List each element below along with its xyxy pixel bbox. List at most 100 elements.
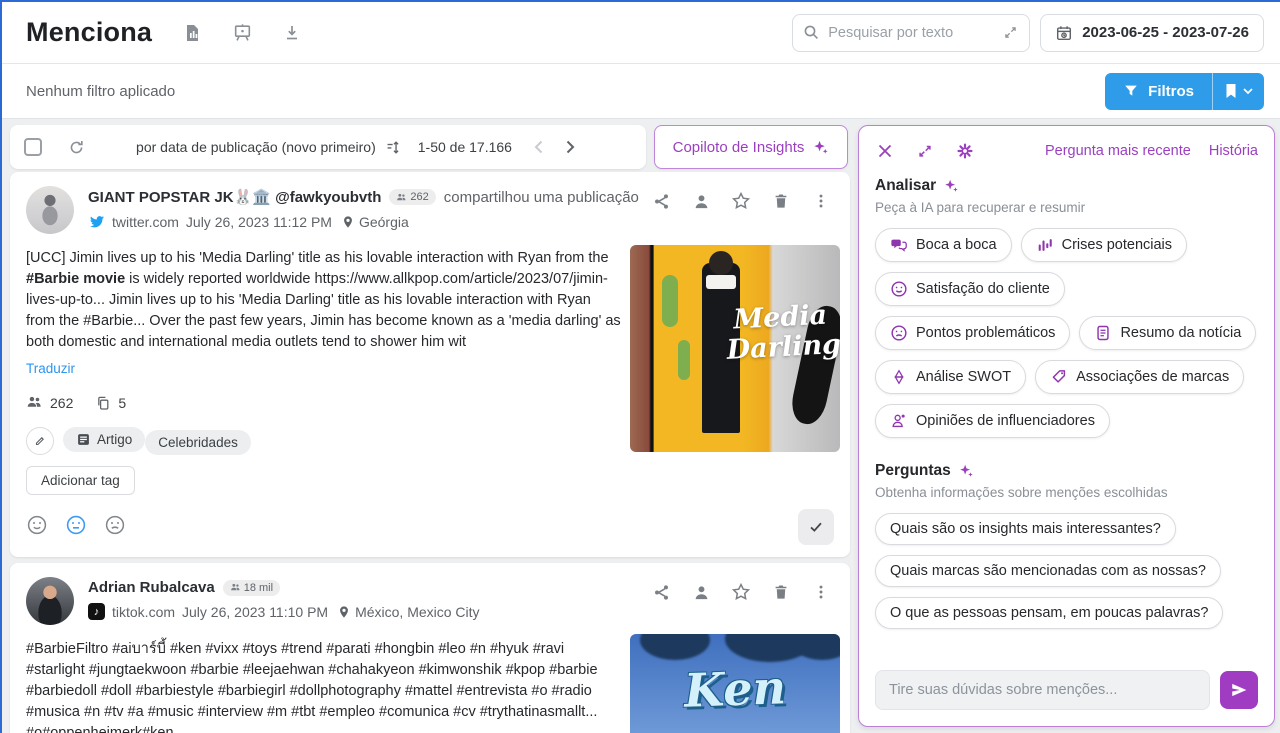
question-chip[interactable]: Quais são os insights mais interessantes… [875, 513, 1176, 545]
sentiment-neutral-icon-selected[interactable] [65, 514, 87, 536]
sentiment-positive-icon[interactable] [26, 514, 48, 536]
gear-icon[interactable] [955, 141, 975, 161]
mention-text: [UCC] Jimin lives up to his 'Media Darli… [26, 248, 622, 353]
mention-location: Geórgia [359, 214, 409, 230]
people-icon [26, 394, 43, 411]
analyze-chips: Boca a boca Crises potenciais Satisfação d… [875, 228, 1258, 438]
share-note: compartilhou uma publicação [444, 189, 639, 206]
sort-direction-icon[interactable] [384, 137, 404, 157]
question-chip[interactable]: O que as pessoas pensam, em poucas palav… [875, 597, 1223, 629]
copilot-panel: Pergunta mais recente História Analisar … [858, 125, 1275, 727]
check-icon [807, 518, 825, 536]
search-box [792, 14, 1030, 52]
tag-chips-container: ArtigoCelebridades [63, 427, 251, 455]
questions-title: Perguntas [875, 462, 951, 480]
analyze-chip[interactable]: Satisfação do cliente [875, 272, 1065, 306]
copilot-question-input[interactable] [875, 670, 1210, 710]
source-link[interactable]: tiktok.com [112, 604, 175, 620]
mention-text: #BarbieFiltro #aiบาร์บี้ #ken #vixx #toy… [26, 639, 626, 733]
author-profile-icon[interactable] [690, 581, 712, 603]
filters-button[interactable]: Filtros [1105, 73, 1212, 110]
next-page-icon[interactable] [558, 134, 584, 160]
trash-icon[interactable] [770, 190, 792, 212]
followers-badge: 262 [389, 189, 435, 205]
people-icon [230, 582, 241, 593]
tag-chip[interactable]: Artigo [63, 427, 145, 452]
followers-badge: 18 mil [223, 580, 280, 596]
date-range-value: 2023-06-25 - 2023-07-26 [1082, 24, 1249, 41]
filter-bar: Nenhum filtro aplicado Filtros [2, 64, 1280, 119]
share-icon[interactable] [650, 190, 672, 212]
download-icon[interactable] [280, 21, 304, 45]
filter-status: Nenhum filtro aplicado [26, 83, 175, 100]
star-icon[interactable] [730, 190, 752, 212]
presentation-icon[interactable] [230, 21, 254, 45]
author-profile-icon[interactable] [690, 190, 712, 212]
analyze-subtitle: Peça à IA para recuperar e resumir [875, 200, 1258, 215]
analyze-title: Analisar [875, 177, 936, 195]
avatar[interactable] [26, 577, 74, 625]
location-pin-icon [341, 214, 355, 230]
analyze-chip[interactable]: Boca a boca [875, 228, 1012, 262]
history-link[interactable]: História [1209, 143, 1258, 159]
select-all-checkbox[interactable] [24, 138, 42, 156]
analyze-chip[interactable]: Opiniões de influenciadores [875, 404, 1110, 438]
image-caption: Ken [630, 658, 840, 719]
list-toolbar: por data de publicação (novo primeiro) 1… [10, 125, 646, 169]
refresh-icon[interactable] [64, 135, 88, 159]
sparkle-icon [812, 139, 829, 156]
author-name[interactable]: Adrian Rubalcava [88, 579, 215, 596]
pagination-label: 1-50 de 17.166 [418, 139, 512, 155]
prev-page-icon[interactable] [526, 134, 552, 160]
main-area: por data de publicação (novo primeiro) 1… [2, 119, 1280, 733]
copilot-insights-label: Copiloto de Insights [673, 139, 805, 156]
avatar[interactable] [26, 186, 74, 234]
sort-selector[interactable]: por data de publicação (novo primeiro) [136, 139, 376, 155]
translate-link[interactable]: Traduzir [26, 361, 75, 376]
analyze-chip[interactable]: Pontos problemáticos [875, 316, 1070, 350]
location-pin-icon [337, 604, 351, 620]
trash-icon[interactable] [770, 581, 792, 603]
reach-stat: 262 [26, 394, 73, 411]
twitter-icon [88, 213, 105, 230]
mention-image[interactable]: Ken [630, 634, 840, 733]
latest-question-link[interactable]: Pergunta mais recente [1045, 143, 1191, 159]
kebab-menu-icon[interactable] [810, 581, 832, 603]
question-chip[interactable]: Quais marcas são mencionadas com as noss… [875, 555, 1221, 587]
copy-icon [95, 395, 111, 411]
tag-chip[interactable]: Celebridades [145, 430, 251, 455]
add-tag-button[interactable]: Adicionar tag [26, 466, 135, 495]
tiktok-icon: ♪ [88, 603, 105, 620]
analyze-chip[interactable]: Resumo da notícia [1079, 316, 1256, 350]
copilot-insights-button[interactable]: Copiloto de Insights [654, 125, 848, 169]
source-link[interactable]: twitter.com [112, 214, 179, 230]
expand-panel-icon[interactable] [915, 141, 935, 161]
image-caption: Media Darling [725, 300, 838, 366]
calendar-icon [1055, 24, 1073, 42]
sentiment-negative-icon[interactable] [104, 514, 126, 536]
bookmark-icon [1224, 83, 1238, 99]
author-name[interactable]: GIANT POPSTAR JK🐰🏛️ @fawkyoubvth [88, 188, 381, 206]
mention-date: July 26, 2023 11:12 PM [186, 214, 332, 230]
edit-tags-icon[interactable] [26, 427, 54, 455]
question-chips: Quais são os insights mais interessantes… [875, 513, 1258, 629]
expand-search-icon[interactable] [1001, 24, 1019, 42]
page-title: Menciona [26, 17, 152, 48]
mention-image[interactable]: Media Darling [630, 245, 840, 452]
confirm-check-button[interactable] [798, 509, 834, 545]
search-input[interactable] [828, 25, 993, 41]
share-icon[interactable] [650, 581, 672, 603]
report-icon[interactable] [180, 21, 204, 45]
date-range-button[interactable]: 2023-06-25 - 2023-07-26 [1040, 14, 1264, 52]
analyze-chip[interactable]: Crises potenciais [1021, 228, 1187, 262]
send-icon[interactable] [1220, 671, 1258, 709]
mention-card: Adrian Rubalcava 18 mil ♪ tiktok.com Jul… [10, 563, 850, 733]
kebab-menu-icon[interactable] [810, 190, 832, 212]
star-icon[interactable] [730, 581, 752, 603]
analyze-chip[interactable]: Análise SWOT [875, 360, 1026, 394]
analyze-chip[interactable]: Associações de marcas [1035, 360, 1244, 394]
saved-filters-button[interactable] [1212, 73, 1264, 110]
mention-date: July 26, 2023 11:10 PM [182, 604, 328, 620]
close-icon[interactable] [875, 141, 895, 161]
filters-label: Filtros [1148, 83, 1194, 100]
